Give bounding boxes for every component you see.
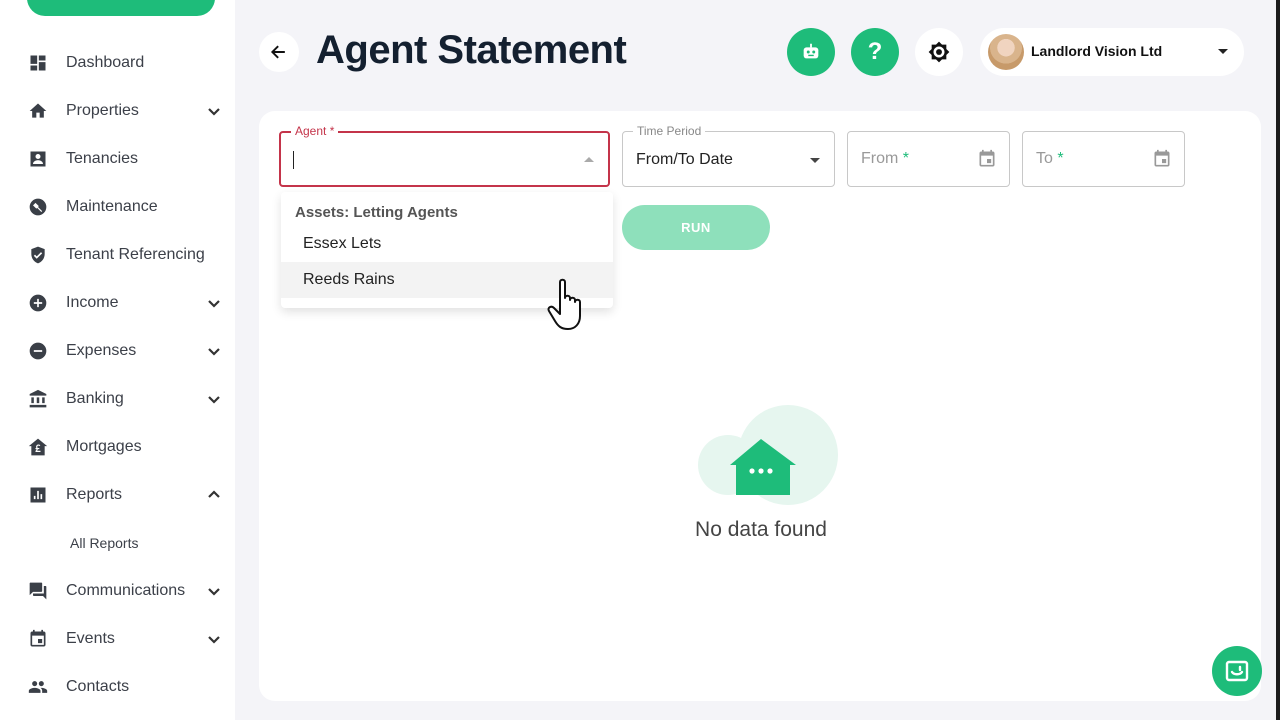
- sidebar-item-communications[interactable]: Communications: [0, 567, 235, 615]
- sidebar-item-tenancies[interactable]: Tenancies: [0, 135, 235, 183]
- sidebar-item-label: Maintenance: [66, 198, 158, 215]
- support-chat-button[interactable]: [1212, 646, 1262, 696]
- sidebar-subitem-label: All Reports: [70, 535, 139, 551]
- sidebar-item-label: Banking: [66, 390, 124, 407]
- time-period-value: From/To Date: [636, 151, 733, 168]
- arrow-left-icon: [270, 45, 285, 59]
- text-cursor: [293, 151, 294, 169]
- chevron-down-icon[interactable]: [206, 391, 222, 407]
- account-name: Landlord Vision Ltd: [1031, 43, 1163, 59]
- caret-down-icon: [1218, 49, 1228, 54]
- sidebar-item-banking[interactable]: Banking: [0, 375, 235, 423]
- chevron-down-icon[interactable]: [206, 295, 222, 311]
- sidebar-item-label: Expenses: [66, 342, 137, 359]
- page-title: Agent Statement: [316, 28, 627, 72]
- sidebar-top-button[interactable]: [27, 0, 215, 16]
- chevron-down-icon[interactable]: [206, 631, 222, 647]
- dropdown-option-label: Reeds Rains: [303, 271, 395, 288]
- home-icon: [28, 101, 48, 121]
- chevron-down-icon[interactable]: [206, 583, 222, 599]
- bot-assistant-button[interactable]: [787, 28, 835, 76]
- from-date-field[interactable]: From *: [847, 131, 1010, 187]
- minus-circle-icon: [28, 341, 48, 361]
- theme-toggle-button[interactable]: [915, 28, 963, 76]
- sidebar-item-label: Events: [66, 630, 115, 647]
- dropdown-option-label: Essex Lets: [303, 235, 382, 252]
- sidebar-item-events[interactable]: Events: [0, 615, 235, 663]
- person-card-icon: [28, 149, 48, 169]
- sidebar-item-properties[interactable]: Properties: [0, 87, 235, 135]
- sidebar-subitem-all-reports[interactable]: All Reports: [0, 519, 235, 567]
- sidebar-item-dashboard[interactable]: Dashboard: [0, 39, 235, 87]
- time-period-label: Time Period: [633, 124, 706, 138]
- account-menu[interactable]: Landlord Vision Ltd: [980, 28, 1244, 76]
- people-icon: [28, 677, 48, 697]
- avatar: [988, 34, 1024, 70]
- to-date-field[interactable]: To *: [1022, 131, 1185, 187]
- chevron-down-icon[interactable]: [206, 103, 222, 119]
- help-button[interactable]: ?: [851, 28, 899, 76]
- sidebar-item-label: Income: [66, 294, 119, 311]
- caret-down-icon[interactable]: [810, 158, 820, 163]
- back-button[interactable]: [259, 32, 299, 72]
- sidebar-item-reports[interactable]: Reports: [0, 471, 235, 519]
- chevron-down-icon[interactable]: [206, 343, 222, 359]
- sidebar-item-mortgages[interactable]: Mortgages: [0, 423, 235, 471]
- calendar-icon[interactable]: [977, 149, 997, 169]
- agent-label: Agent *: [291, 124, 339, 138]
- chat-bubble-icon: [1225, 660, 1249, 682]
- dropdown-option-essex-lets[interactable]: Essex Lets: [281, 226, 613, 262]
- time-period-select[interactable]: Time Period From/To Date: [622, 124, 835, 187]
- from-placeholder: From *: [861, 150, 910, 167]
- wrench-icon: [28, 197, 48, 217]
- sidebar-item-label: Tenancies: [66, 150, 139, 167]
- question-mark-icon: ?: [867, 38, 883, 65]
- hand-pointer-cursor: [547, 278, 581, 330]
- empty-state-text: No data found: [695, 518, 827, 541]
- sidebar-item-tenant-referencing[interactable]: Tenant Referencing: [0, 231, 235, 279]
- sidebar-item-label: Contacts: [66, 678, 130, 695]
- robot-icon: [803, 43, 819, 59]
- bank-icon: [28, 389, 48, 409]
- sidebar-item-label: Communications: [66, 582, 186, 599]
- to-placeholder: To *: [1036, 150, 1064, 167]
- shield-check-icon: [28, 245, 48, 265]
- agent-select[interactable]: Agent *: [279, 124, 610, 187]
- sidebar-item-contacts[interactable]: Contacts: [0, 663, 235, 711]
- chat-icon: [28, 581, 48, 601]
- caret-up-icon[interactable]: [584, 157, 594, 162]
- sidebar: Dashboard Properties Tenancies Maintenan…: [0, 0, 235, 720]
- brightness-icon: [928, 41, 950, 63]
- run-button[interactable]: RUN: [622, 205, 770, 250]
- bar-chart-icon: [28, 485, 48, 505]
- house-icon: [730, 439, 796, 495]
- dropdown-group-header: Assets: Letting Agents: [295, 204, 458, 221]
- app-window: Dashboard Properties Tenancies Maintenan…: [0, 0, 1276, 720]
- sidebar-item-label: Dashboard: [66, 54, 145, 71]
- sidebar-item-label: Mortgages: [66, 438, 142, 455]
- sidebar-item-label: Tenant Referencing: [66, 246, 205, 263]
- sidebar-item-label: Properties: [66, 102, 139, 119]
- sidebar-nav: Dashboard Properties Tenancies Maintenan…: [0, 39, 235, 711]
- sidebar-item-expenses[interactable]: Expenses: [0, 327, 235, 375]
- sidebar-item-income[interactable]: Income: [0, 279, 235, 327]
- plus-circle-icon: [28, 293, 48, 313]
- sidebar-item-label: Reports: [66, 486, 123, 503]
- dashboard-icon: [28, 53, 48, 73]
- sidebar-item-maintenance[interactable]: Maintenance: [0, 183, 235, 231]
- chevron-up-icon[interactable]: [206, 487, 222, 503]
- pound-house-icon: [28, 437, 48, 457]
- calendar-icon[interactable]: [1152, 149, 1172, 169]
- calendar-icon: [28, 629, 48, 649]
